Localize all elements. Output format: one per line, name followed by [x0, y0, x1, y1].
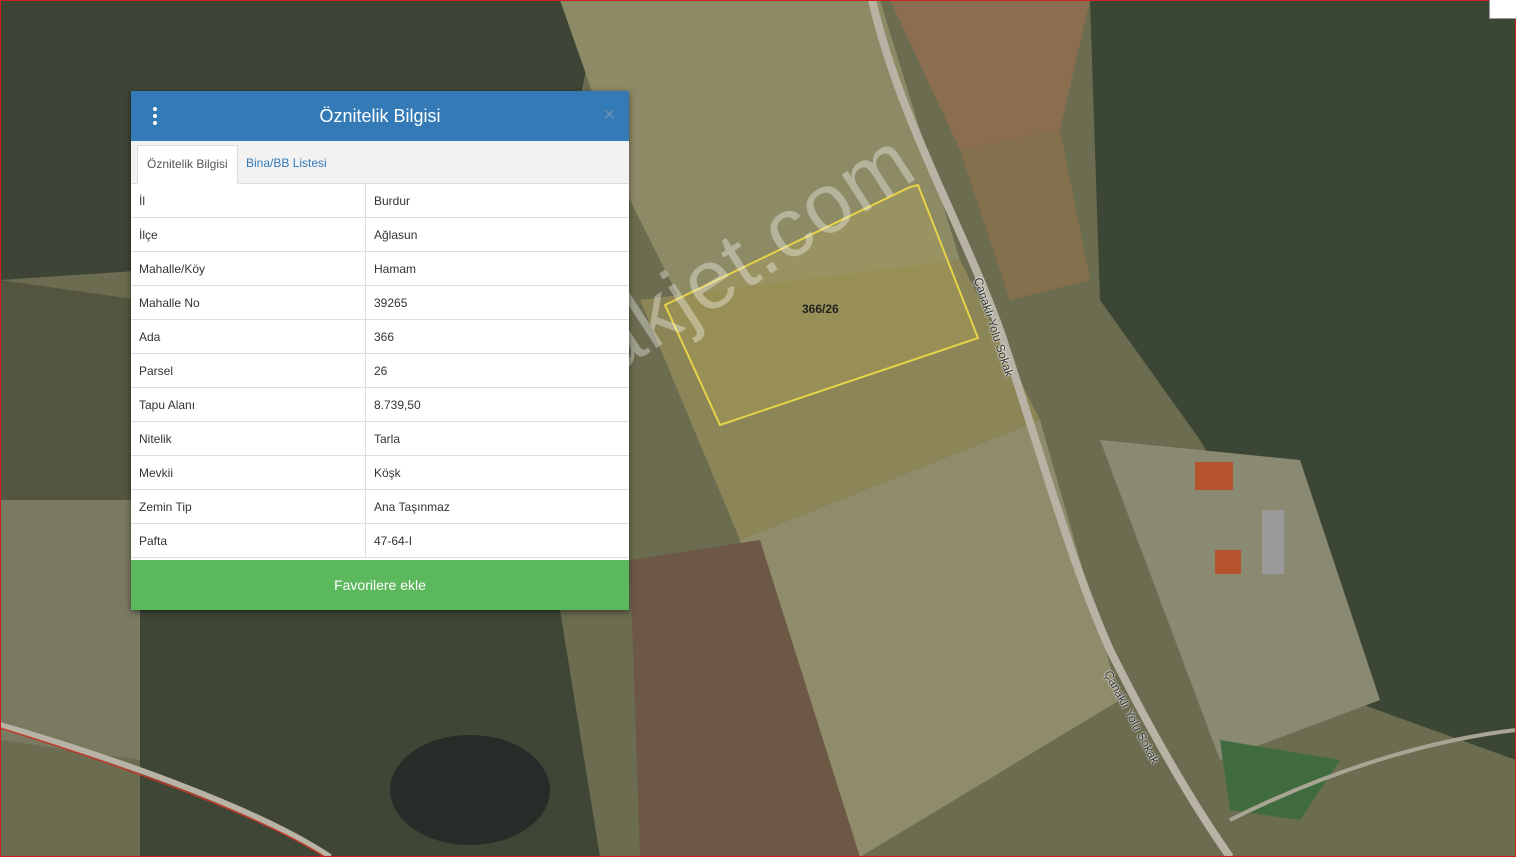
row-key: Mahalle/Köy — [131, 251, 366, 286]
panel-title: Öznitelik Bilgisi — [319, 106, 441, 126]
panel-tabs: Öznitelik Bilgisi Bina/BB Listesi — [131, 141, 629, 184]
table-row: Mahalle/Köy Hamam — [131, 251, 629, 286]
row-key: Mahalle No — [131, 285, 366, 320]
row-value: 366 — [365, 319, 629, 354]
attribute-table: İl Burdur İlçe Ağlasun Mahalle/Köy Hamam Ma… — [131, 184, 629, 558]
table-row: İlçe Ağlasun — [131, 217, 629, 252]
table-row: Mevkii Köşk — [131, 455, 629, 490]
row-value: Burdur — [365, 184, 629, 218]
table-row: İl Burdur — [131, 184, 629, 218]
row-key: İlçe — [131, 217, 366, 252]
tab-building-list[interactable]: Bina/BB Listesi — [237, 145, 336, 182]
close-icon[interactable]: × — [603, 104, 615, 126]
table-row: Mahalle No 39265 — [131, 285, 629, 320]
row-value: Köşk — [365, 455, 629, 490]
tab-attribute-info[interactable]: Öznitelik Bilgisi — [137, 145, 238, 184]
row-value: 26 — [365, 353, 629, 388]
parcel-label: 366/26 — [802, 302, 839, 316]
add-to-favorites-button[interactable]: Favorilere ekle — [131, 560, 629, 610]
row-key: Nitelik — [131, 421, 366, 456]
row-value: Ağlasun — [365, 217, 629, 252]
row-key: Parsel — [131, 353, 366, 388]
table-row: Tapu Alanı 8.739,50 — [131, 387, 629, 422]
row-key: İl — [131, 184, 366, 218]
row-key: Mevkii — [131, 455, 366, 490]
map-corner-button[interactable] — [1489, 0, 1516, 19]
row-value: Ana Taşınmaz — [365, 489, 629, 524]
attribute-info-panel: Öznitelik Bilgisi × Öznitelik Bilgisi Bi… — [131, 91, 629, 610]
row-value: 47-64-I — [365, 523, 629, 558]
table-row: Ada 366 — [131, 319, 629, 354]
table-row: Parsel 26 — [131, 353, 629, 388]
table-row: Nitelik Tarla — [131, 421, 629, 456]
table-row: Pafta 47-64-I — [131, 523, 629, 558]
row-key: Tapu Alanı — [131, 387, 366, 422]
row-key: Pafta — [131, 523, 366, 558]
row-key: Ada — [131, 319, 366, 354]
row-value: 8.739,50 — [365, 387, 629, 422]
table-row: Zemin Tip Ana Taşınmaz — [131, 489, 629, 524]
panel-header: Öznitelik Bilgisi × — [131, 91, 629, 141]
row-value: Hamam — [365, 251, 629, 286]
row-value: Tarla — [365, 421, 629, 456]
row-key: Zemin Tip — [131, 489, 366, 524]
row-value: 39265 — [365, 285, 629, 320]
